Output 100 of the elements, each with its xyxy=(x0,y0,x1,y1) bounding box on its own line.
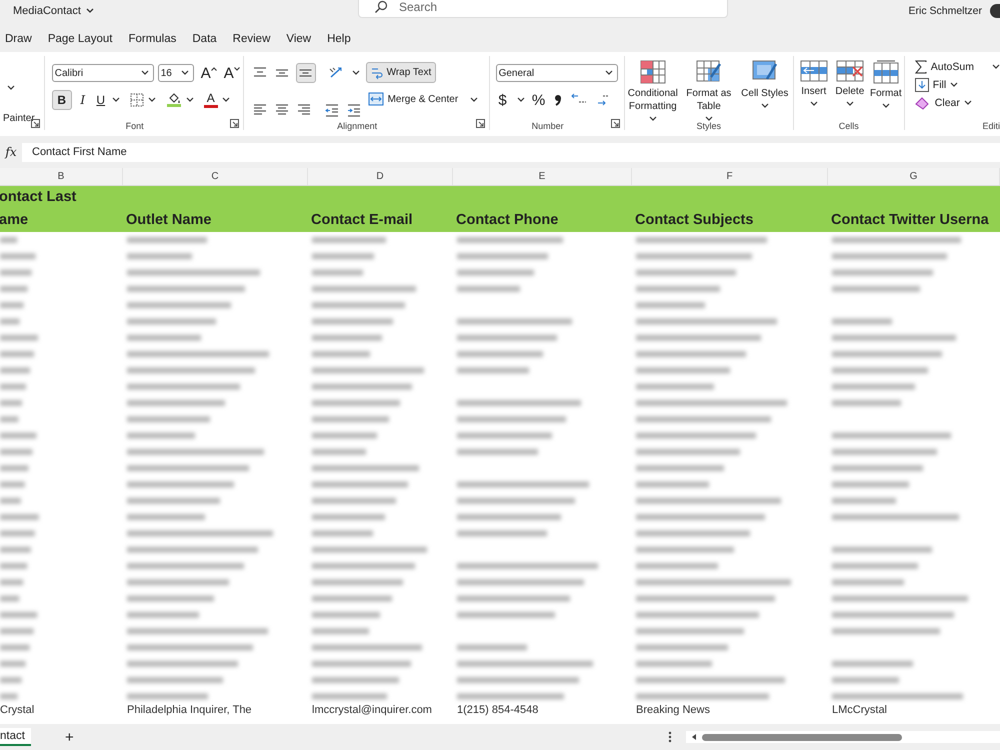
caret-icon[interactable] xyxy=(516,97,525,103)
caret-icon[interactable] xyxy=(222,97,230,103)
formula-input[interactable]: Contact First Name xyxy=(22,142,1000,162)
caret-icon[interactable] xyxy=(760,103,769,109)
caret-icon[interactable] xyxy=(604,70,613,76)
add-sheet-button[interactable]: + xyxy=(64,728,74,746)
autosum-button[interactable]: AutoSum xyxy=(914,60,974,74)
table-cell-text: lmccrystal@inquirer.com xyxy=(311,704,433,718)
align-right-icon[interactable] xyxy=(296,102,312,118)
header-cell[interactable]: Contact E-mail xyxy=(307,209,452,232)
group-label: Styles xyxy=(696,121,722,131)
caret-icon[interactable] xyxy=(352,70,360,76)
bold-button[interactable]: B xyxy=(52,90,72,110)
caret-icon[interactable] xyxy=(148,97,156,103)
ribbon-button[interactable]: Format xyxy=(868,60,904,109)
percent-button[interactable]: % xyxy=(532,92,546,108)
sheet-tab[interactable]: ntact xyxy=(0,728,31,746)
column-header[interactable]: B xyxy=(0,168,123,185)
avatar[interactable] xyxy=(990,4,1000,18)
header-cell[interactable]: Contact Subjects xyxy=(631,209,827,232)
ribbon-tab[interactable]: Formulas xyxy=(120,33,184,45)
group-label: Cells xyxy=(838,121,860,131)
horizontal-scrollbar[interactable] xyxy=(686,731,1000,743)
table-cell-text: Crystal xyxy=(0,704,36,718)
format-painter-button[interactable]: Painter xyxy=(3,113,35,124)
grow-font-button[interactable]: A xyxy=(200,64,217,82)
caret-icon[interactable] xyxy=(186,97,194,103)
align-left-icon[interactable] xyxy=(252,102,268,118)
font-size-dropdown[interactable]: 16 xyxy=(158,64,194,82)
shrink-font-button[interactable]: A xyxy=(224,64,240,82)
increase-indent-icon[interactable] xyxy=(346,102,362,118)
column-header[interactable]: C xyxy=(123,168,308,185)
function-label[interactable]: fx xyxy=(0,145,22,159)
user-name[interactable]: Eric Schmeltzer xyxy=(908,5,982,17)
italic-button[interactable]: I xyxy=(76,93,90,107)
merge-center-button[interactable]: Merge & Center xyxy=(366,88,492,110)
group-label: Number xyxy=(530,121,565,131)
caret-icon[interactable] xyxy=(112,97,120,103)
column-header[interactable]: F xyxy=(632,168,828,185)
bottom-align-button[interactable] xyxy=(296,63,316,83)
table-brush-icon xyxy=(696,60,722,84)
header-cell[interactable]: Contact Phone xyxy=(452,209,631,232)
font-family-dropdown[interactable]: Calibri xyxy=(52,64,154,82)
ribbon-tab[interactable]: View xyxy=(278,33,320,45)
underline-button[interactable]: U xyxy=(94,93,108,107)
column-header[interactable]: D xyxy=(308,168,453,185)
group-label: Editi xyxy=(981,121,1000,131)
eraser-icon xyxy=(914,96,931,110)
ribbon-tab[interactable]: Help xyxy=(319,33,359,45)
dialog-launcher-icon[interactable] xyxy=(610,119,620,128)
decrease-indent-icon[interactable] xyxy=(324,102,340,118)
ribbon-tab[interactable]: Draw xyxy=(0,33,40,45)
currency-button[interactable]: $ xyxy=(496,92,510,108)
caret-icon[interactable] xyxy=(704,116,713,122)
ribbon-button[interactable]: Insert xyxy=(796,60,832,109)
caret-icon[interactable] xyxy=(964,100,972,106)
caret-icon[interactable] xyxy=(810,101,818,107)
caret-icon[interactable] xyxy=(992,64,1000,70)
caret-icon[interactable] xyxy=(140,70,149,76)
ribbon-button[interactable]: Delete xyxy=(832,60,868,109)
ribbon-button[interactable]: Conditional Formatting xyxy=(624,60,681,122)
table-cell-text: Breaking News xyxy=(635,704,711,718)
group-label: Alignment xyxy=(336,121,378,131)
number-format-dropdown[interactable]: General xyxy=(496,64,618,82)
ribbon-tab[interactable]: Page Layout xyxy=(40,33,120,45)
borders-icon[interactable] xyxy=(130,93,144,107)
header-cell[interactable]: Contact Twitter Userna xyxy=(827,209,999,232)
caret-icon[interactable] xyxy=(882,103,890,109)
wrap-text-button[interactable]: Wrap Text xyxy=(366,62,436,83)
column-header[interactable]: G xyxy=(828,168,1000,185)
column-header[interactable]: E xyxy=(453,168,632,185)
table-cell-text: Philadelphia Inquirer, The xyxy=(126,704,253,718)
search-field[interactable]: Search xyxy=(358,0,728,18)
caret-icon[interactable] xyxy=(7,85,15,91)
merge-icon xyxy=(368,92,384,106)
dialog-launcher-icon[interactable] xyxy=(476,119,485,128)
ribbon-button[interactable]: Cell Styles xyxy=(736,60,793,122)
ribbon-tab[interactable]: Data xyxy=(184,33,225,45)
header-cell[interactable]: Outlet Name xyxy=(122,209,307,232)
fill-color-icon[interactable] xyxy=(166,92,182,108)
clear-button[interactable]: Clear xyxy=(914,96,960,110)
insert-cells-icon xyxy=(800,60,828,82)
caret-icon[interactable] xyxy=(648,116,657,122)
chevron-down-icon xyxy=(234,66,240,70)
table-cell-text: LMcCrystal xyxy=(831,704,888,718)
caret-icon[interactable] xyxy=(950,82,958,88)
fill-button[interactable]: Fill xyxy=(914,78,946,92)
dialog-launcher-icon[interactable] xyxy=(230,119,239,128)
workbook-name[interactable]: MediaContact xyxy=(13,5,94,17)
left-arrow-icon[interactable] xyxy=(690,733,698,741)
group-label: Font xyxy=(124,121,145,131)
font-color-button[interactable]: A xyxy=(204,92,218,108)
caret-icon[interactable] xyxy=(180,70,189,76)
ribbon-tab[interactable]: Review xyxy=(224,33,278,45)
align-center-icon[interactable] xyxy=(274,102,290,118)
more-icon[interactable] xyxy=(668,731,672,743)
ribbon-button[interactable]: Format as Table xyxy=(680,60,737,122)
caret-icon[interactable] xyxy=(846,101,854,107)
comma-style-icon[interactable] xyxy=(552,92,563,108)
caret-icon[interactable] xyxy=(470,97,478,103)
